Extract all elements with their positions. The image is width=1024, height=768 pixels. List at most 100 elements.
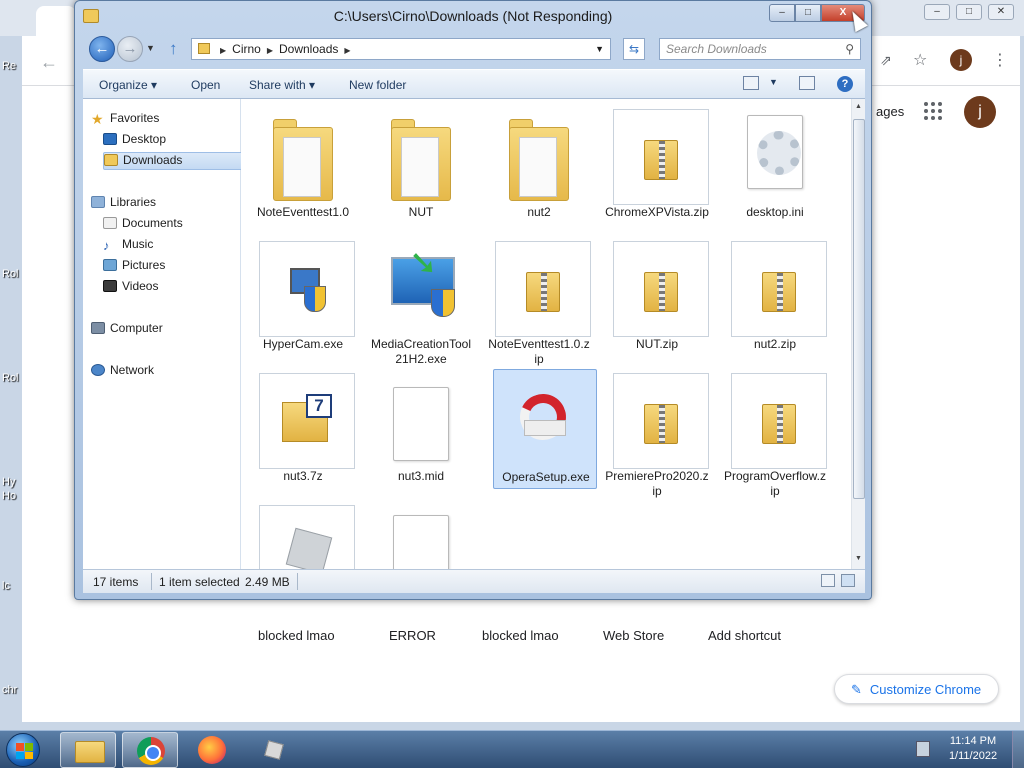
file-item-zip[interactable]: NoteEventtest1.0.zip [487, 237, 591, 366]
file-item-zip[interactable]: PremierePro2020.zip [605, 369, 709, 498]
zip-icon [644, 272, 678, 312]
address-dropdown-icon[interactable]: ▼ [595, 39, 604, 59]
file-item-zip[interactable]: ChromeXPVista.zip [605, 105, 709, 225]
nav-documents[interactable]: Documents [103, 216, 183, 234]
organize-button[interactable]: Organize ▾ [99, 78, 157, 92]
customize-chrome-label: Customize Chrome [869, 682, 982, 697]
file-item-exe[interactable]: ➘ MediaCreationTool21H2.exe [369, 237, 473, 366]
file-item-exe[interactable]: HyperCam.exe [251, 237, 355, 357]
chrome-maximize-button[interactable]: □ [956, 4, 982, 20]
file-item-roblox[interactable] [251, 501, 355, 569]
desktop-icon-label[interactable]: chr [2, 684, 17, 696]
refresh-button[interactable]: ⇆ [623, 38, 645, 60]
up-arrow-icon[interactable]: ↑ [169, 39, 178, 59]
shortcut-tiles: blocked lmao ERROR blocked lmao Web Stor… [240, 628, 820, 648]
file-item-zip[interactable]: ProgramOverflow.zip [723, 369, 827, 498]
scroll-down-icon[interactable]: ▼ [855, 555, 862, 562]
open-button[interactable]: Open [191, 78, 220, 92]
file-item-doc[interactable]: nut3.mid [369, 369, 473, 489]
view-options-dropdown-icon[interactable]: ▼ [769, 77, 778, 87]
breadcrumb-separator-icon[interactable]: ▶ [220, 46, 226, 55]
chrome-close-button[interactable]: ✕ [988, 4, 1014, 20]
file-item-folder[interactable]: NUT [369, 105, 473, 225]
chrome-profile-icon[interactable]: j [950, 49, 972, 71]
shortcut-label[interactable]: ERROR [389, 628, 436, 643]
music-icon: ♪ [103, 238, 110, 253]
roblox-icon [264, 740, 284, 760]
maximize-button[interactable]: □ [795, 4, 821, 22]
shortcut-label[interactable]: blocked lmao [482, 628, 559, 643]
chrome-menu-icon[interactable]: ⋮ [992, 50, 1008, 70]
google-account-avatar[interactable]: j [964, 96, 996, 128]
scroll-thumb[interactable] [853, 119, 865, 499]
nav-label: Libraries [110, 195, 157, 209]
share-with-button[interactable]: Share with ▾ [249, 78, 315, 92]
chrome-back-icon[interactable]: ← [40, 52, 58, 73]
taskbar-explorer-button[interactable] [60, 732, 116, 768]
desktop-icon-label[interactable]: lc [2, 580, 10, 592]
nav-videos[interactable]: Videos [103, 279, 158, 297]
share-icon[interactable]: ⇗ [880, 52, 892, 69]
back-button[interactable]: ← [89, 36, 115, 62]
file-item-zip[interactable]: nut2.zip [723, 237, 827, 357]
taskbar-firefox-button[interactable] [184, 732, 240, 768]
nav-libraries[interactable]: Libraries [91, 195, 156, 213]
nav-computer[interactable]: Computer [91, 321, 163, 339]
preview-pane-icon[interactable] [799, 76, 815, 90]
file-item-doc[interactable] [369, 501, 473, 569]
scroll-up-icon[interactable]: ▲ [855, 103, 862, 110]
recent-pages-dropdown-icon[interactable]: ▼ [146, 43, 155, 53]
show-desktop-button[interactable] [1012, 731, 1024, 768]
desktop-icon-label[interactable]: Rol [2, 268, 19, 280]
file-item-folder[interactable]: nut2 [487, 105, 591, 225]
nav-network[interactable]: Network [91, 363, 154, 381]
search-input[interactable]: Search Downloads ⚲ [659, 38, 861, 60]
desktop-icon-label[interactable]: Re [2, 60, 16, 72]
google-apps-icon[interactable] [924, 102, 942, 120]
action-center-icon[interactable] [916, 741, 930, 757]
details-view-icon[interactable] [821, 574, 835, 587]
customize-chrome-button[interactable]: ✎ Customize Chrome [834, 674, 999, 704]
chrome-tab[interactable] [36, 6, 76, 36]
add-shortcut-label[interactable]: Add shortcut [708, 628, 781, 643]
file-item-ini[interactable]: desktop.ini [723, 105, 827, 225]
taskbar-roblox-button[interactable] [246, 732, 302, 768]
forward-button[interactable]: → [117, 36, 143, 62]
breadcrumb-downloads[interactable]: Downloads [279, 42, 338, 56]
nav-music[interactable]: ♪ Music [103, 237, 153, 255]
file-item-exe-selected[interactable]: OperaSetup.exe [493, 369, 597, 489]
taskbar: 11:14 PM 1/11/2022 [0, 730, 1024, 768]
desktop-icon-label[interactable]: Ho [2, 490, 16, 502]
shortcut-label[interactable]: blocked lmao [258, 628, 335, 643]
nav-pictures[interactable]: Pictures [103, 258, 165, 276]
breadcrumb-separator-icon[interactable]: ▶ [344, 46, 350, 55]
file-name: nut2.zip [753, 337, 797, 351]
nav-desktop[interactable]: Desktop [103, 132, 166, 150]
file-item-zip[interactable]: NUT.zip [605, 237, 709, 357]
desktop-icon-label[interactable]: Rol [2, 372, 19, 384]
bookmark-star-icon[interactable]: ☆ [913, 50, 927, 70]
explorer-titlebar[interactable]: C:\Users\Cirno\Downloads (Not Responding… [75, 1, 871, 33]
green-arrow-icon: ➘ [409, 244, 438, 282]
shortcut-label[interactable]: Web Store [603, 628, 664, 643]
taskbar-chrome-button[interactable] [122, 732, 178, 768]
system-clock[interactable]: 11:14 PM 1/11/2022 [940, 734, 1006, 764]
minimize-button[interactable]: – [769, 4, 795, 22]
nav-favorites[interactable]: ★ Favorites [91, 111, 159, 129]
file-item-folder[interactable]: NoteEventtest1.0 [251, 105, 355, 225]
images-link[interactable]: ages [876, 104, 904, 119]
breadcrumb-separator-icon[interactable]: ▶ [267, 46, 273, 55]
new-folder-button[interactable]: New folder [349, 78, 406, 92]
help-icon[interactable]: ? [837, 76, 853, 92]
address-bar[interactable]: ▶ Cirno ▶ Downloads ▶ ▼ [191, 38, 611, 60]
large-icons-view-icon[interactable] [841, 574, 855, 587]
file-thumbnail [259, 505, 355, 569]
search-icon[interactable]: ⚲ [845, 39, 854, 59]
chrome-minimize-button[interactable]: – [924, 4, 950, 20]
desktop-icon-label[interactable]: Hy [2, 476, 15, 488]
vertical-scrollbar[interactable]: ▲ ▼ [851, 99, 865, 569]
breadcrumb-cirno[interactable]: Cirno [232, 42, 261, 56]
file-item-7z[interactable]: 7 nut3.7z [251, 369, 355, 489]
start-button[interactable] [6, 733, 40, 767]
change-view-icon[interactable] [743, 76, 759, 90]
